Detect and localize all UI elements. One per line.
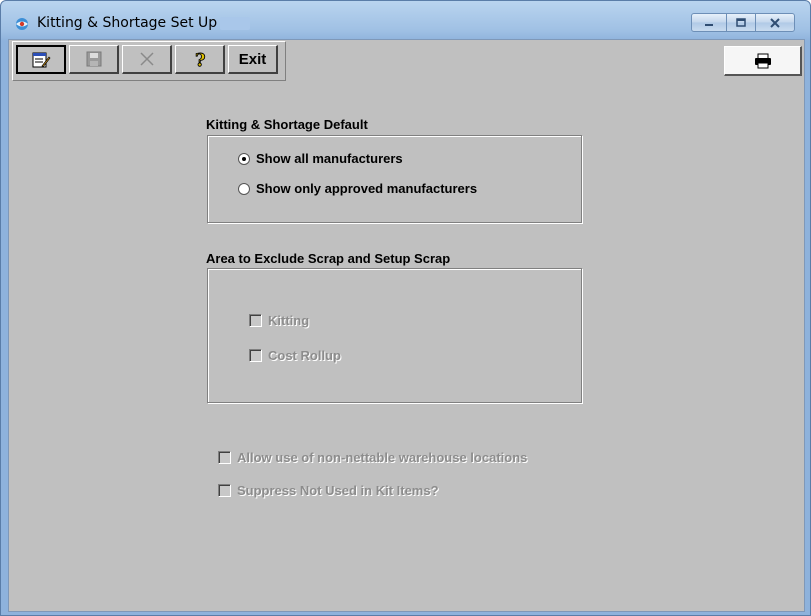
radio-show-approved-label: Show only approved manufacturers xyxy=(256,181,478,196)
x-cancel-icon xyxy=(139,52,154,66)
app-logo-icon xyxy=(16,18,28,30)
radio-show-all[interactable]: Show all manufacturers xyxy=(238,151,403,166)
exit-button[interactable]: Exit xyxy=(228,45,278,74)
kitting-default-label: Kitting & Shortage Default xyxy=(206,117,368,132)
restore-icon xyxy=(736,17,746,27)
toolbar: ? Exit xyxy=(12,41,286,81)
checkbox-box[interactable] xyxy=(218,451,231,464)
question-mark-icon: ? xyxy=(194,50,206,69)
radio-button-selected[interactable] xyxy=(238,152,250,165)
app-window: Kitting & Shortage Set Up ? Exit Kitting… xyxy=(0,0,811,616)
exclude-scrap-group xyxy=(207,268,582,403)
radio-show-all-label: Show all manufacturers xyxy=(256,151,403,166)
maximize-button[interactable] xyxy=(726,13,756,32)
caption-buttons xyxy=(691,13,795,32)
close-icon xyxy=(770,17,780,28)
radio-show-approved[interactable]: Show only approved manufacturers xyxy=(238,181,477,196)
checkbox-non-nettable[interactable]: Allow use of non-nettable warehouse loca… xyxy=(218,450,527,465)
checkbox-suppress-not-used[interactable]: Suppress Not Used in Kit Items? xyxy=(218,483,439,498)
title-bar[interactable]: Kitting & Shortage Set Up xyxy=(1,1,810,39)
checkbox-cost-rollup-label: Cost Rollup xyxy=(268,348,341,363)
client-area: ? Exit Kitting & Shortage Default Show a… xyxy=(8,39,805,612)
checkbox-non-nettable-label: Allow use of non-nettable warehouse loca… xyxy=(237,450,528,465)
cancel-button[interactable] xyxy=(122,45,172,74)
close-button[interactable] xyxy=(755,13,795,32)
checkbox-suppress-not-used-label: Suppress Not Used in Kit Items? xyxy=(237,483,439,498)
window-title: Kitting & Shortage Set Up xyxy=(37,15,218,31)
title-blurred-text xyxy=(220,17,250,30)
save-button[interactable] xyxy=(69,45,119,74)
edit-notepad-icon xyxy=(32,52,51,68)
checkbox-kitting[interactable]: Kitting xyxy=(249,313,309,328)
svg-text:?: ? xyxy=(195,50,206,69)
kitting-default-group xyxy=(207,135,582,223)
floppy-disk-icon xyxy=(86,51,101,67)
checkbox-box[interactable] xyxy=(249,314,262,327)
checkbox-box[interactable] xyxy=(249,349,262,362)
printer-icon xyxy=(754,53,771,68)
edit-button[interactable] xyxy=(16,45,66,74)
exit-label: Exit xyxy=(238,50,267,68)
radio-button[interactable] xyxy=(238,182,250,195)
checkbox-kitting-label: Kitting xyxy=(268,313,310,328)
checkbox-box[interactable] xyxy=(218,484,231,497)
minimize-button[interactable] xyxy=(691,13,727,32)
help-button[interactable]: ? xyxy=(175,45,225,74)
minimize-icon xyxy=(705,23,713,26)
print-button[interactable] xyxy=(724,46,802,76)
exclude-scrap-label: Area to Exclude Scrap and Setup Scrap xyxy=(206,251,451,266)
checkbox-cost-rollup[interactable]: Cost Rollup xyxy=(249,348,341,363)
